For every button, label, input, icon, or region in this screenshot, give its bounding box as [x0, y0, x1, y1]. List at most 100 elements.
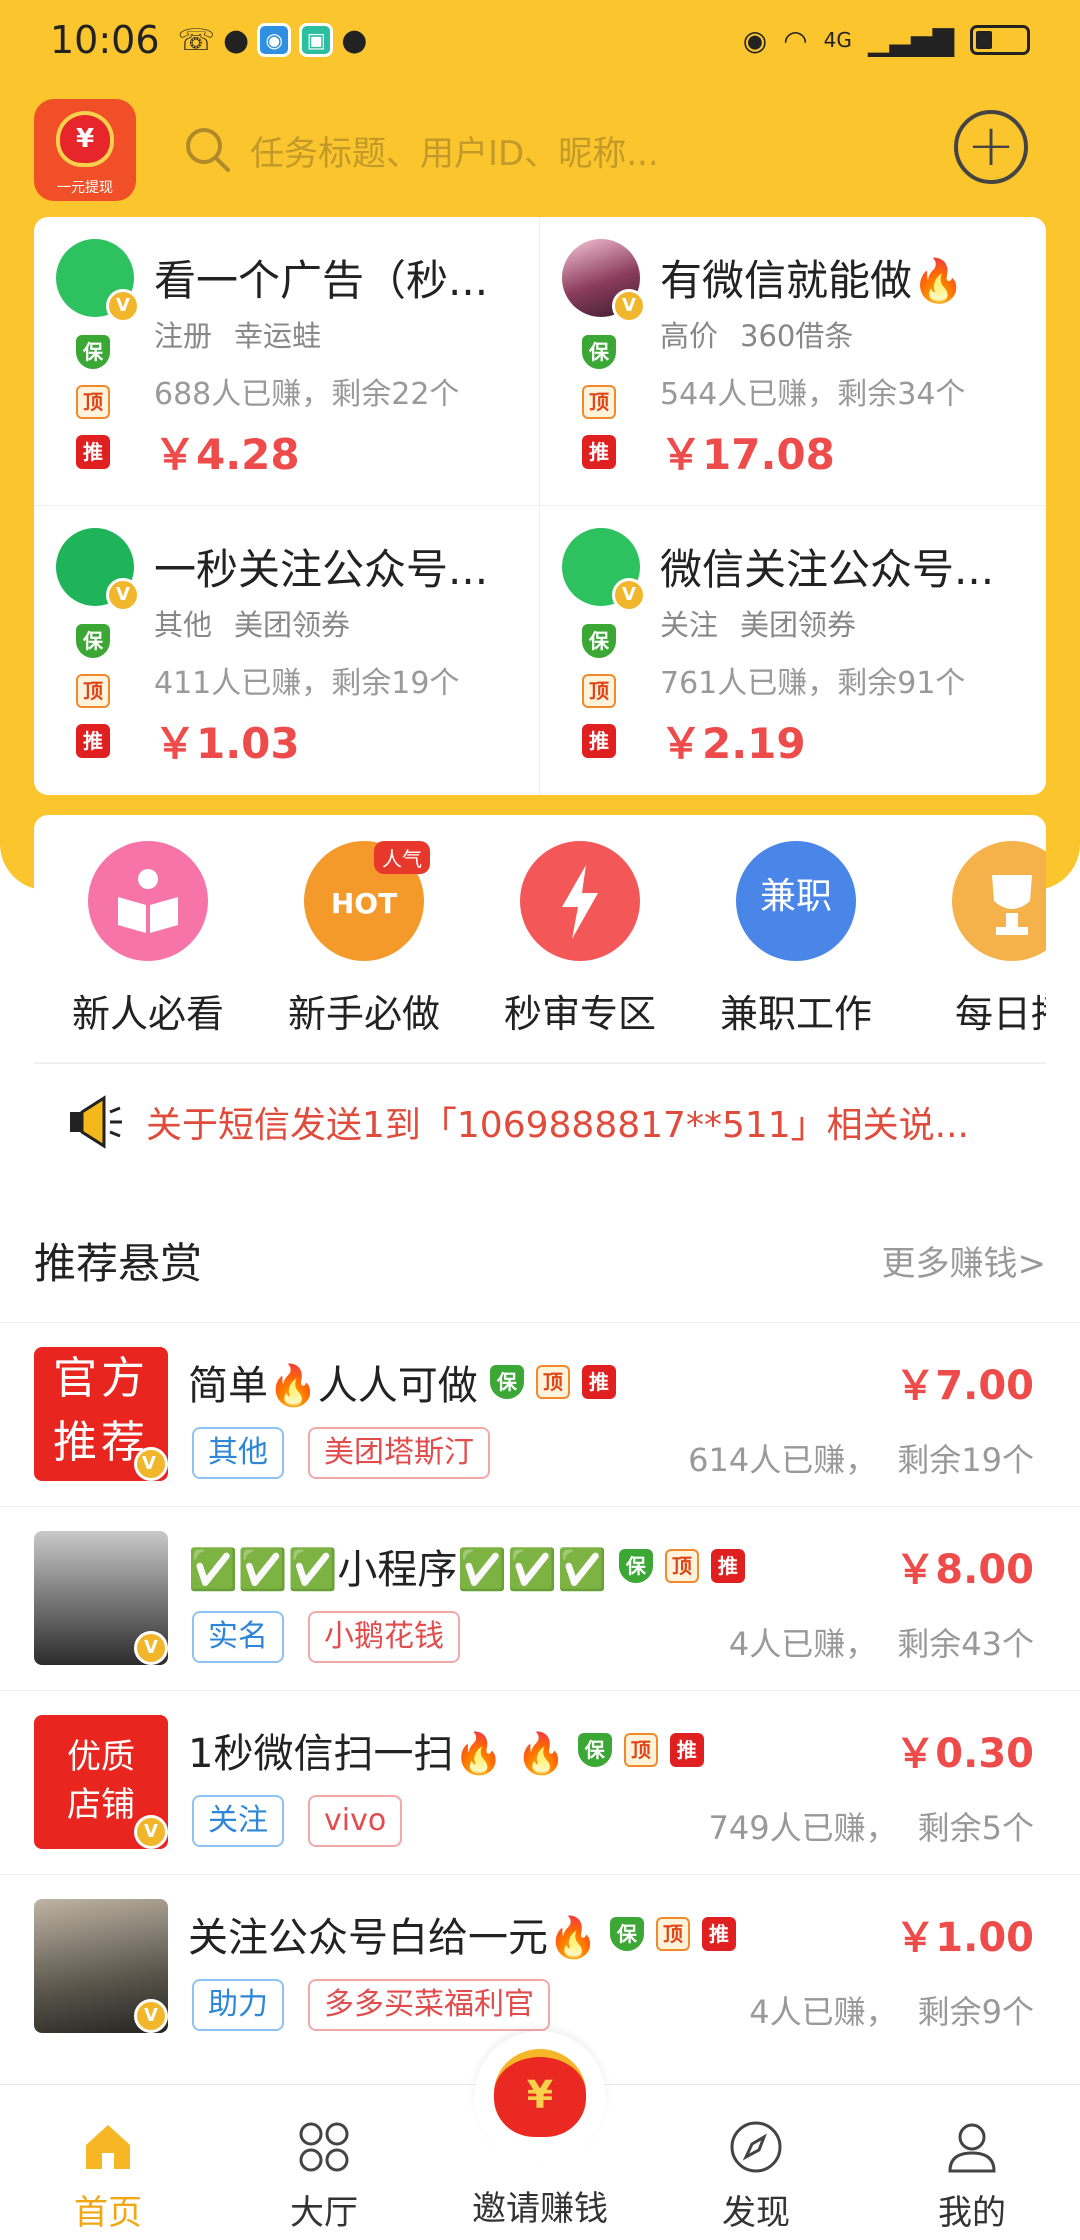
task-price: ￥0.30 — [895, 1731, 1034, 1777]
guarantee-badge: 保 — [577, 1733, 612, 1767]
top-badge: 顶 — [76, 674, 110, 708]
search-placeholder: 任务标题、用户ID、昵称... — [250, 133, 659, 174]
tab-hall[interactable]: 大厅 — [216, 2085, 432, 2240]
guarantee-badge: 保 — [609, 1917, 644, 1951]
task-thumbnail: V — [34, 1899, 168, 2033]
compass-icon — [730, 2121, 782, 2173]
money-bag-icon: ¥ — [494, 2049, 586, 2137]
verified-icon: V — [134, 1815, 168, 1849]
task-title: ✅✅✅小程序✅✅✅ — [188, 1547, 607, 1593]
notice-bar[interactable]: 关于短信发送1到「1069888817**511」相关说... — [64, 1087, 1024, 1157]
quick-entry-label: 兼职工作 — [719, 992, 872, 1036]
task-title-row: 简单🔥人人可做 保 顶 推 — [188, 1353, 616, 1411]
status-time: 10:06 — [50, 18, 160, 62]
featured-task[interactable]: V 保 顶 推 微信关注公众号... 关注 美团领券 761人已赚，剩余91个 ￥… — [540, 506, 1046, 795]
featured-stat: 688人已赚，剩余22个 — [154, 377, 460, 412]
list-item[interactable]: 官方推荐 V 简单🔥人人可做 保 顶 推 ￥7.00 其他 美团塔斯汀 614人… — [0, 1322, 1080, 1506]
guarantee-badge: 保 — [582, 335, 616, 369]
network-type: 4G — [823, 28, 852, 52]
tab-label: 首页 — [74, 2193, 142, 2233]
tab-invite[interactable]: ¥ 邀请赚钱 — [432, 2031, 648, 2240]
featured-stat: 544人已赚，剩余34个 — [660, 377, 966, 412]
top-badge: 顶 — [664, 1549, 699, 1583]
eye-icon: ◉ — [742, 23, 768, 57]
home-icon — [86, 2125, 130, 2169]
task-tags: 助力 多多买菜福利官 — [192, 1979, 550, 2031]
task-stat: 749人已赚， 剩余5个 — [708, 1809, 1034, 1847]
featured-stat: 411人已赚，剩余19个 — [154, 666, 460, 701]
task-price: ￥7.00 — [895, 1363, 1034, 1409]
section-title: 推荐悬赏 — [34, 1238, 203, 1288]
tab-home[interactable]: 首页 — [0, 2085, 216, 2240]
guarantee-badge: 保 — [489, 1365, 524, 1399]
featured-task[interactable]: V 保 顶 推 看一个广告（秒... 注册 幸运蛙 688人已赚，剩余22个 ￥4… — [34, 217, 540, 506]
quick-entry-label: 新手必做 — [287, 992, 440, 1036]
featured-price: ￥2.19 — [660, 719, 806, 768]
featured-price: ￥17.08 — [660, 430, 835, 479]
hot-text: HOT — [330, 887, 398, 920]
task-tags: 实名 小鹅花钱 — [192, 1611, 460, 1663]
merchant-tag: 小鹅花钱 — [308, 1611, 460, 1663]
verified-icon: V — [134, 1447, 168, 1481]
featured-tasks-grid: V 保 顶 推 看一个广告（秒... 注册 幸运蛙 688人已赚，剩余22个 ￥4… — [34, 217, 1046, 795]
recommend-badge: 推 — [582, 435, 616, 469]
featured-tags: 其他 美团领券 — [154, 608, 351, 642]
tab-discover[interactable]: 发现 — [648, 2085, 864, 2240]
recommend-badge: 推 — [701, 1917, 736, 1951]
task-title: 简单🔥人人可做 — [188, 1363, 478, 1409]
verified-icon: V — [106, 289, 140, 323]
quick-entry-newcomer[interactable]: 新人必看 — [48, 841, 248, 1038]
task-thumbnail: 优质店铺 V — [34, 1715, 168, 1849]
tab-mine[interactable]: 我的 — [864, 2085, 1080, 2240]
task-stat: 614人已赚， 剩余19个 — [688, 1441, 1034, 1479]
verified-icon: V — [106, 578, 140, 612]
guarantee-badge: 保 — [618, 1549, 653, 1583]
bottom-tab-bar: 首页 大厅 ¥ 邀请赚钱 发现 我的 — [0, 2031, 1080, 2240]
task-price: ￥8.00 — [895, 1547, 1034, 1593]
merchant-tag: vivo — [308, 1795, 403, 1847]
search-icon — [186, 128, 230, 172]
featured-task[interactable]: V 保 顶 推 一秒关注公众号... 其他 美团领券 411人已赚，剩余19个 ￥… — [34, 506, 540, 795]
app-notify-icon: ◉ — [257, 23, 292, 57]
list-item[interactable]: 优质店铺 V 1秒微信扫一扫🔥 🔥 保 顶 推 ￥0.30 关注 vivo 74… — [0, 1690, 1080, 1874]
quick-entry-beginner[interactable]: 人气 HOT 新手必做 — [264, 841, 464, 1038]
list-item[interactable]: V ✅✅✅小程序✅✅✅ 保 顶 推 ￥8.00 实名 小鹅花钱 4人已赚， 剩余4… — [0, 1506, 1080, 1690]
task-title: 1秒微信扫一扫🔥 🔥 — [188, 1731, 566, 1777]
tab-label: 邀请赚钱 — [472, 2189, 608, 2229]
category-tag: 实名 — [192, 1611, 284, 1663]
publish-plus-button[interactable]: + — [954, 110, 1028, 184]
app-logo[interactable]: ¥ 一元提现 — [34, 99, 136, 201]
trophy-icon — [952, 841, 1046, 961]
featured-title: 微信关注公众号... — [660, 545, 995, 594]
search-input[interactable]: 任务标题、用户ID、昵称... — [180, 105, 740, 195]
verified-icon: V — [612, 289, 646, 323]
invite-bag-button: ¥ — [474, 2031, 606, 2163]
featured-price: ￥4.28 — [154, 430, 300, 479]
featured-title: 有微信就能做🔥 — [660, 256, 965, 305]
task-stat: 4人已赚， 剩余9个 — [749, 1993, 1034, 2031]
lightning-icon — [520, 841, 640, 961]
task-title-row: 关注公众号白给一元🔥 保 顶 推 — [188, 1905, 736, 1963]
recommend-badge: 推 — [710, 1549, 745, 1583]
quick-entry-daily[interactable]: 每日播 — [912, 841, 1046, 1038]
quick-entry-part-time[interactable]: 兼职 兼职工作 — [696, 841, 896, 1038]
wechat-avatar: V — [56, 239, 140, 323]
merchant-tag: 美团塔斯汀 — [308, 1427, 490, 1479]
book-icon — [88, 841, 208, 961]
featured-tags: 关注 美团领券 — [660, 608, 857, 642]
featured-task[interactable]: V 保 顶 推 有微信就能做🔥 高价 360借条 544人已赚，剩余34个 ￥17… — [540, 217, 1046, 506]
notification-icons: ☏ ● ◉ ▣ ● — [178, 23, 368, 58]
tab-label: 发现 — [722, 2193, 790, 2233]
more-link[interactable]: 更多赚钱> — [882, 1236, 1047, 1285]
featured-tags: 注册 幸运蛙 — [154, 319, 322, 353]
wifi-icon: ◠ — [783, 23, 808, 57]
message-notify-icon: ● — [341, 22, 368, 58]
quick-entry-label: 新人必看 — [71, 992, 224, 1036]
category-tag: 关注 — [192, 1795, 284, 1847]
user-icon — [948, 2123, 996, 2173]
battery-icon — [970, 25, 1030, 55]
reader-notify-icon: ▣ — [299, 23, 334, 57]
wechat-avatar: V — [562, 528, 646, 612]
top-badge: 顶 — [655, 1917, 690, 1951]
quick-entry-fast-review[interactable]: 秒审专区 — [480, 841, 680, 1038]
